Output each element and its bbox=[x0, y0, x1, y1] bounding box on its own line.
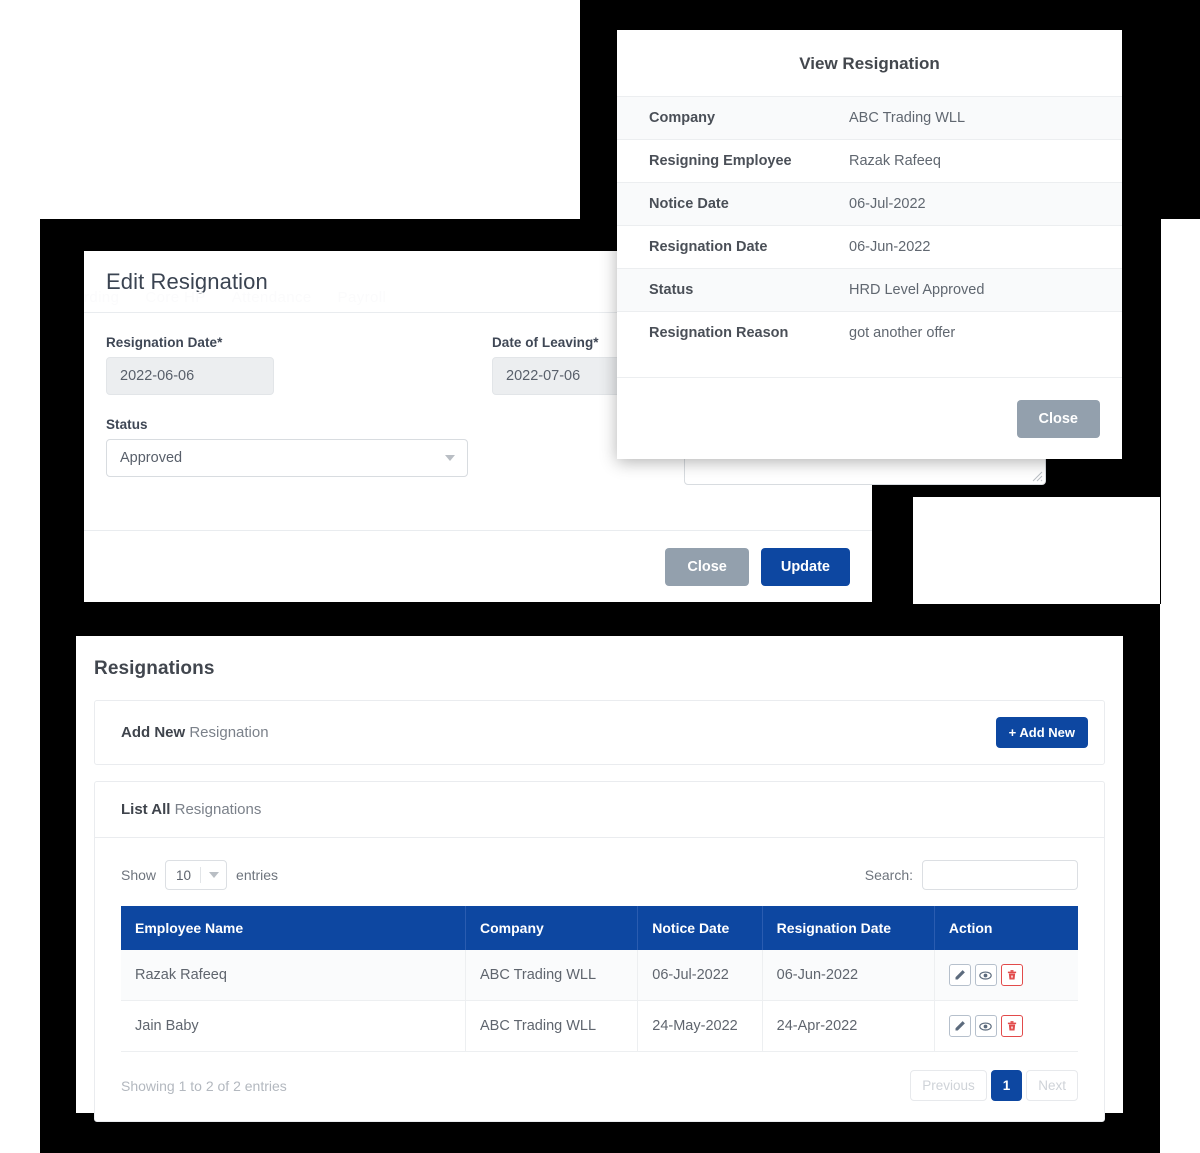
show-label: Show bbox=[121, 867, 157, 883]
column-header-notice-date[interactable]: Notice Date bbox=[637, 906, 763, 950]
detail-row: Resigning Employee Razak Rafeeq bbox=[617, 139, 1122, 183]
select-divider bbox=[199, 867, 201, 883]
detail-row: Resignation Date 06-Jun-2022 bbox=[617, 225, 1122, 269]
page-title: Resignations bbox=[94, 658, 215, 679]
datatable-footer: Showing 1 to 2 of 2 entries Previous 1 N… bbox=[95, 1052, 1104, 1121]
datatable-controls: Show 10 entries Search: bbox=[95, 838, 1104, 906]
ghost-nav-item-2: Attendance bbox=[231, 289, 312, 306]
search-input[interactable] bbox=[922, 860, 1078, 890]
status-select[interactable]: Approved bbox=[106, 439, 468, 477]
backdrop-panel-right-notch bbox=[1127, 0, 1161, 497]
resignations-page: Resignations Add New Resignation + Add N… bbox=[76, 636, 1123, 1122]
edit-pencil-icon[interactable] bbox=[948, 1015, 971, 1037]
list-all-rest-text: Resignations bbox=[170, 801, 262, 818]
view-modal-title: View Resignation bbox=[799, 54, 940, 73]
detail-value: 06-Jul-2022 bbox=[849, 196, 926, 212]
detail-row: Resignation Reason got another offer bbox=[617, 311, 1122, 355]
list-all-panel: List All Resignations Show 10 entries Se… bbox=[94, 781, 1105, 1122]
view-eye-icon[interactable] bbox=[974, 964, 997, 986]
resignation-date-field: Resignation Date* 2022-06-06 Status Appr… bbox=[106, 335, 468, 485]
cell-company: ABC Trading WLL bbox=[465, 950, 639, 1001]
action-buttons bbox=[948, 1015, 1078, 1037]
detail-value: ABC Trading WLL bbox=[849, 110, 966, 126]
add-new-rest-text: Resignation bbox=[185, 724, 269, 741]
table-row: Razak Rafeeq ABC Trading WLL 06-Jul-2022… bbox=[121, 950, 1078, 1001]
resignation-date-input[interactable]: 2022-06-06 bbox=[106, 357, 274, 395]
detail-row: Company ABC Trading WLL bbox=[617, 96, 1122, 140]
column-header-action: Action bbox=[934, 906, 1078, 950]
chevron-down-icon bbox=[209, 872, 220, 878]
resignation-date-label: Resignation Date* bbox=[106, 335, 223, 350]
search-label: Search: bbox=[864, 867, 913, 883]
view-resignation-modal: View Resignation Company ABC Trading WLL… bbox=[617, 30, 1122, 459]
column-header-resignation-date[interactable]: Resignation Date bbox=[762, 906, 935, 950]
view-details-table: Company ABC Trading WLL Resigning Employ… bbox=[617, 96, 1122, 354]
view-eye-icon[interactable] bbox=[974, 1015, 997, 1037]
chevron-down-icon bbox=[445, 455, 455, 461]
pagination-page-1[interactable]: 1 bbox=[990, 1070, 1023, 1101]
ghost-nav-item-3: Payroll bbox=[337, 289, 387, 306]
edit-update-button[interactable]: Update bbox=[760, 547, 850, 586]
table-row: Jain Baby ABC Trading WLL 24-May-2022 24… bbox=[121, 1000, 1078, 1052]
cell-employee-name: Razak Rafeeq bbox=[121, 950, 467, 1001]
add-new-button[interactable]: + Add New bbox=[995, 717, 1088, 748]
status-label: Status bbox=[106, 417, 148, 432]
edit-close-button[interactable]: Close bbox=[665, 547, 749, 586]
edit-pencil-icon[interactable] bbox=[948, 964, 971, 986]
showing-entries-text: Showing 1 to 2 of 2 entries bbox=[121, 1077, 287, 1094]
column-header-company[interactable]: Company bbox=[465, 906, 639, 950]
ghost-nav-item-1: Core HP bbox=[145, 289, 206, 306]
detail-row: Status HRD Level Approved bbox=[617, 268, 1122, 312]
search-control: Search: bbox=[865, 860, 1078, 890]
list-all-bold-text: List All bbox=[121, 801, 171, 818]
page-length-select[interactable]: 10 bbox=[165, 860, 228, 890]
pagination: Previous 1 Next bbox=[910, 1070, 1078, 1101]
add-new-panel-label: Add New Resignation bbox=[121, 724, 269, 741]
delete-trash-icon[interactable] bbox=[1000, 964, 1023, 986]
list-all-panel-label: List All Resignations bbox=[121, 801, 261, 818]
cell-company: ABC Trading WLL bbox=[465, 1000, 639, 1052]
detail-value: HRD Level Approved bbox=[849, 282, 985, 298]
view-close-button[interactable]: Close bbox=[1016, 399, 1100, 438]
detail-value: got another offer bbox=[849, 325, 956, 341]
detail-row: Notice Date 06-Jul-2022 bbox=[617, 182, 1122, 226]
page-length-value: 10 bbox=[176, 867, 192, 883]
add-new-panel-header: Add New Resignation + Add New bbox=[95, 701, 1104, 764]
detail-key: Resignation Reason bbox=[649, 325, 789, 341]
pagination-previous[interactable]: Previous bbox=[910, 1070, 987, 1101]
detail-key: Company bbox=[649, 110, 716, 126]
cell-action bbox=[934, 950, 1078, 1001]
status-select-value: Approved bbox=[120, 450, 183, 466]
pagination-next[interactable]: Next bbox=[1026, 1070, 1078, 1101]
resize-grip-icon[interactable] bbox=[1032, 471, 1043, 482]
add-new-bold-text: Add New bbox=[121, 724, 186, 741]
cell-notice-date: 06-Jul-2022 bbox=[637, 950, 763, 1001]
detail-value: 06-Jun-2022 bbox=[849, 239, 931, 255]
detail-key: Notice Date bbox=[649, 196, 729, 212]
cell-employee-name: Jain Baby bbox=[121, 1000, 467, 1052]
page-length-control: Show 10 entries bbox=[121, 860, 278, 890]
edit-modal-footer: Close Update bbox=[84, 530, 872, 602]
column-header-employee-name[interactable]: Employee Name bbox=[121, 906, 467, 950]
resignations-table: Employee Name Company Notice Date Resign… bbox=[121, 906, 1078, 1052]
detail-value: Razak Rafeeq bbox=[849, 153, 941, 169]
cell-action bbox=[934, 1000, 1078, 1052]
delete-trash-icon[interactable] bbox=[1000, 1015, 1023, 1037]
detail-key: Status bbox=[649, 282, 694, 298]
cell-resignation-date: 06-Jun-2022 bbox=[762, 950, 935, 1001]
table-header-row: Employee Name Company Notice Date Resign… bbox=[121, 906, 1078, 950]
cell-notice-date: 24-May-2022 bbox=[637, 1000, 763, 1052]
add-new-panel: Add New Resignation + Add New bbox=[94, 700, 1105, 765]
action-buttons bbox=[948, 964, 1078, 986]
list-all-panel-header: List All Resignations bbox=[95, 782, 1104, 838]
entries-label: entries bbox=[236, 867, 279, 883]
white-cutout-fragment bbox=[913, 497, 1160, 604]
detail-key: Resignation Date bbox=[649, 239, 768, 255]
detail-key: Resigning Employee bbox=[649, 153, 792, 169]
ghost-nav-item-0: rding bbox=[84, 289, 120, 306]
cell-resignation-date: 24-Apr-2022 bbox=[762, 1000, 935, 1052]
view-modal-footer: Close bbox=[617, 377, 1122, 459]
